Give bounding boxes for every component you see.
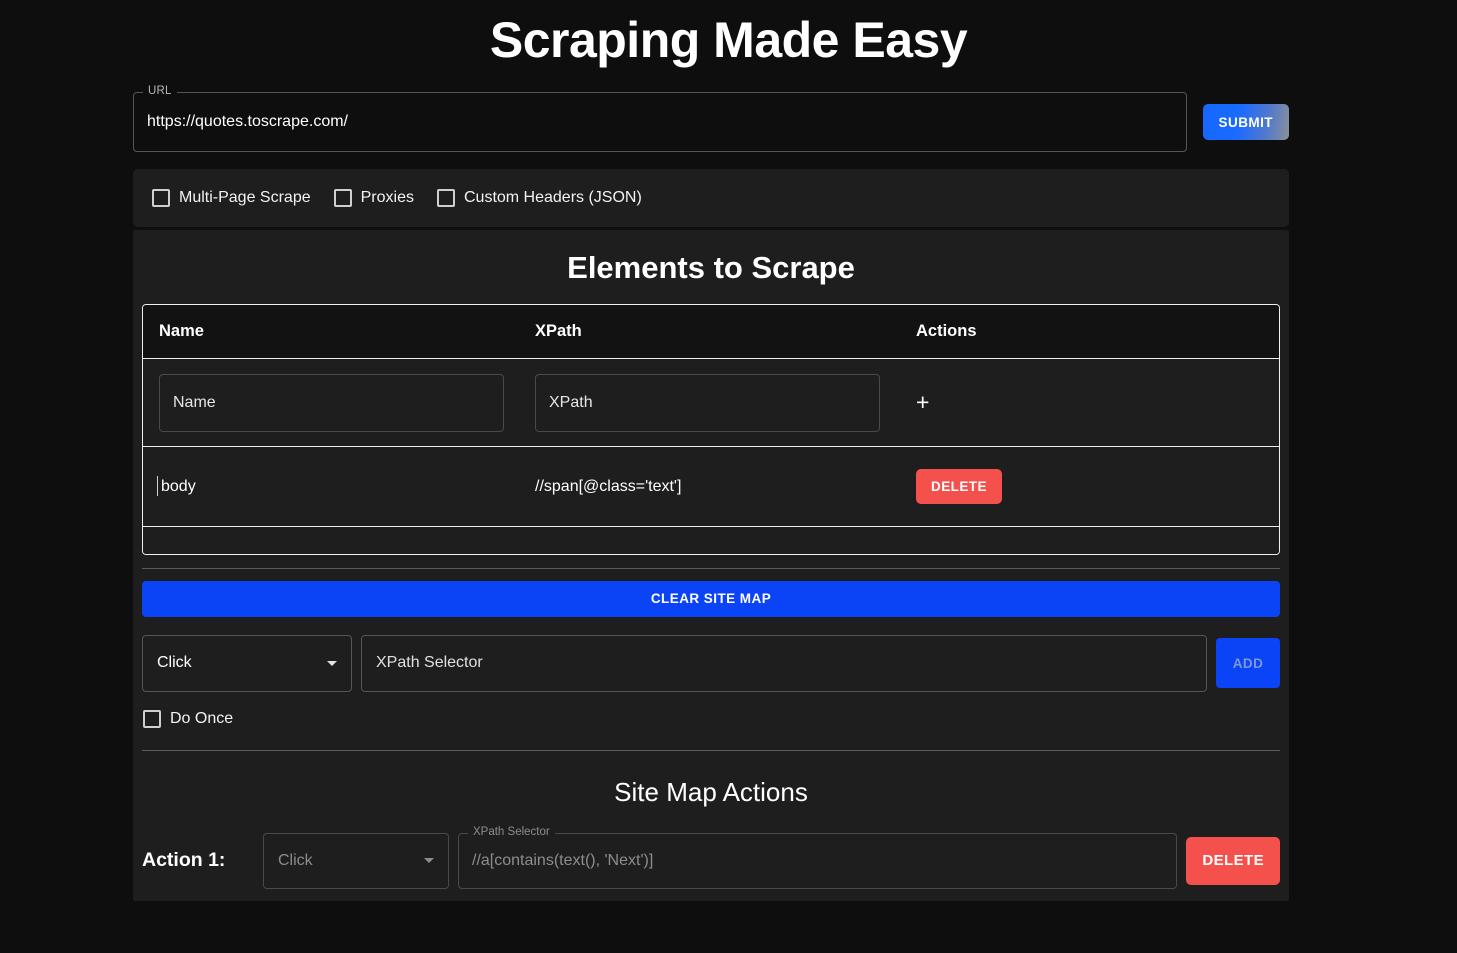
page-title: Scraping Made Easy xyxy=(0,0,1457,70)
section-divider-1 xyxy=(142,568,1280,569)
scrape-config-card: Elements to Scrape Name XPath Actions xyxy=(133,230,1289,901)
elements-section-title: Elements to Scrape xyxy=(133,250,1289,286)
delete-action-1-button[interactable]: DELETE xyxy=(1186,837,1280,885)
submit-button[interactable]: SUBMIT xyxy=(1203,104,1289,140)
table-filler-row xyxy=(143,527,1279,554)
element-xpath-value[interactable]: //span[@class='text'] xyxy=(535,478,681,495)
cell-new-name xyxy=(143,359,519,447)
site-map-actions-title: Site Map Actions xyxy=(133,776,1289,808)
table-row: body //span[@class='text'] DELETE xyxy=(143,447,1279,527)
action-type-selected-value: Click xyxy=(157,654,192,672)
elements-table-body: + body //span[@class='text'] DELETE xyxy=(143,359,1279,554)
option-proxies[interactable]: Proxies xyxy=(325,189,414,207)
new-element-xpath-input[interactable] xyxy=(535,374,880,432)
do-once-option[interactable]: Do Once xyxy=(134,710,1280,728)
option-label-proxies: Proxies xyxy=(361,189,414,207)
checkbox-multi-page-scrape[interactable] xyxy=(152,189,170,207)
column-header-xpath: XPath xyxy=(519,305,900,359)
cell-element-name: body xyxy=(143,447,519,527)
add-action-button[interactable]: ADD xyxy=(1216,638,1280,688)
new-element-row: + xyxy=(143,359,1279,447)
scrape-options-panel: Multi-Page Scrape Proxies Custom Headers… xyxy=(133,169,1289,227)
action-index-label: Action 1: xyxy=(142,849,254,872)
chevron-down-icon xyxy=(327,661,337,666)
column-header-name: Name xyxy=(143,305,519,359)
site-map-builder-row: Click ADD xyxy=(142,635,1280,692)
builder-xpath-input[interactable] xyxy=(361,635,1207,692)
site-map-action-item: Action 1: Click XPath Selector //a[conta… xyxy=(142,833,1280,889)
column-header-actions: Actions xyxy=(900,305,1279,359)
plus-icon[interactable]: + xyxy=(916,391,929,414)
elements-table: Name XPath Actions + xyxy=(143,305,1279,554)
action-1-xpath-label: XPath Selector xyxy=(468,826,555,838)
url-input-value: https://quotes.toscrape.com/ xyxy=(147,112,348,132)
cell-filler-3 xyxy=(900,527,1279,554)
elements-table-head: Name XPath Actions xyxy=(143,305,1279,359)
section-divider-2 xyxy=(142,750,1280,751)
option-multi-page-scrape[interactable]: Multi-Page Scrape xyxy=(143,189,311,207)
checkbox-do-once[interactable] xyxy=(143,710,161,728)
do-once-label: Do Once xyxy=(170,710,233,728)
action-1-xpath-value: //a[contains(text(), 'Next')] xyxy=(472,852,653,870)
cell-element-actions: DELETE xyxy=(900,447,1279,527)
new-element-name-input[interactable] xyxy=(159,374,504,432)
action-1-type-value: Click xyxy=(278,852,313,870)
clear-site-map-button[interactable]: CLEAR SITE MAP xyxy=(142,581,1280,617)
url-input-label: URL xyxy=(143,85,177,97)
cell-element-xpath: //span[@class='text'] xyxy=(519,447,900,527)
delete-element-button[interactable]: DELETE xyxy=(916,469,1002,504)
url-form: URL https://quotes.toscrape.com/ SUBMIT xyxy=(133,92,1289,152)
chevron-down-icon xyxy=(424,858,434,863)
option-label-custom-headers: Custom Headers (JSON) xyxy=(464,189,642,207)
table-header-row: Name XPath Actions xyxy=(143,305,1279,359)
url-input-wrapper[interactable]: URL https://quotes.toscrape.com/ xyxy=(133,92,1187,152)
cell-new-xpath xyxy=(519,359,900,447)
checkbox-custom-headers[interactable] xyxy=(437,189,455,207)
cell-new-actions: + xyxy=(900,359,1279,447)
action-1-type-select[interactable]: Click xyxy=(263,833,449,889)
action-type-select[interactable]: Click xyxy=(142,635,352,692)
checkbox-proxies[interactable] xyxy=(334,189,352,207)
element-name-value[interactable]: body xyxy=(159,478,196,495)
cell-filler-1 xyxy=(143,527,519,554)
app-root: Scraping Made Easy URL https://quotes.to… xyxy=(0,0,1457,953)
cell-filler-2 xyxy=(519,527,900,554)
elements-table-wrapper: Name XPath Actions + xyxy=(142,304,1280,555)
action-1-xpath-wrapper[interactable]: XPath Selector //a[contains(text(), 'Nex… xyxy=(458,833,1177,889)
option-label-multi-page-scrape: Multi-Page Scrape xyxy=(179,189,311,207)
option-custom-headers[interactable]: Custom Headers (JSON) xyxy=(428,189,642,207)
